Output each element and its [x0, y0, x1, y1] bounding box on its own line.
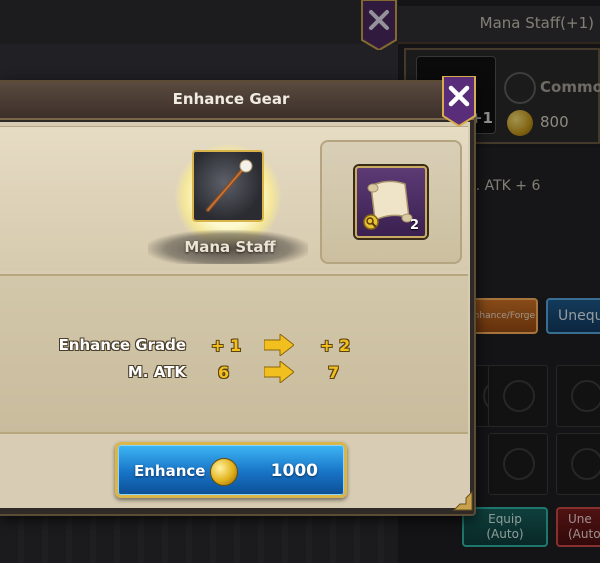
stat-label-m-atk: M. ATK	[127, 363, 186, 381]
item-name: Mana Staff	[184, 238, 276, 256]
close-x-icon[interactable]	[441, 76, 477, 126]
gold-coin-icon	[210, 458, 238, 486]
material-count: 2	[410, 218, 420, 233]
stat-from-m-atk: 6	[218, 363, 230, 382]
right-arrow-icon	[264, 361, 294, 383]
enhance-button[interactable]: Enhance 1000	[115, 442, 347, 498]
game-screen: Mana Staff(+1) +1 Commo 800 M. ATK + 6 E…	[0, 0, 600, 563]
enhance-cost: 1000	[270, 461, 318, 481]
item-slot[interactable]	[192, 150, 264, 222]
dialog-title: Enhance Gear	[172, 90, 290, 108]
stat-to-m-atk: 7	[328, 363, 340, 382]
stat-from-enhance-grade: + 1	[211, 336, 242, 355]
enhance-gear-dialog: Enhance Gear Mana Staff 2 Enhance Grade …	[0, 76, 476, 516]
stat-to-enhance-grade: + 2	[320, 336, 351, 355]
stat-label-enhance-grade: Enhance Grade	[58, 336, 186, 354]
enhance-button-label: Enhance	[134, 462, 206, 480]
corner-ornament-icon	[452, 490, 473, 511]
right-arrow-icon	[264, 334, 294, 356]
mana-staff-icon	[206, 159, 253, 212]
